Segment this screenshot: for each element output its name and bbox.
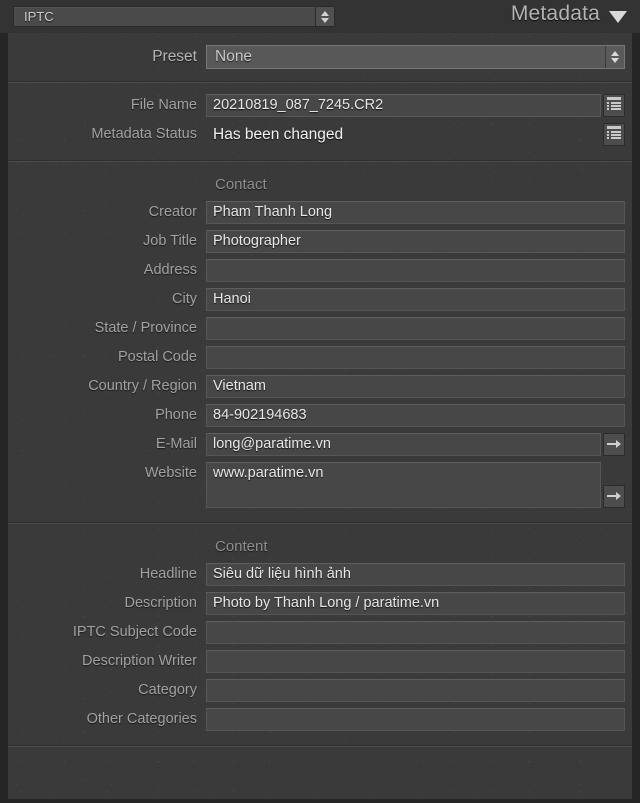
file-name-label: File Name bbox=[130, 97, 197, 113]
postal-code-input[interactable] bbox=[206, 346, 625, 369]
website-arrow-icon[interactable] bbox=[603, 485, 625, 508]
row-address: Address bbox=[8, 257, 625, 286]
other-categories-input[interactable] bbox=[206, 708, 625, 731]
preset-stepper-icon[interactable] bbox=[605, 46, 624, 68]
category-label: Category bbox=[138, 682, 197, 698]
stepper-up-down-icon[interactable] bbox=[315, 7, 334, 26]
stepper-down-arrow bbox=[611, 58, 619, 63]
description-writer-input[interactable] bbox=[206, 650, 625, 673]
row-creator: Creator Pham Thanh Long bbox=[8, 199, 625, 228]
row-description-writer: Description Writer bbox=[8, 648, 625, 677]
preset-dropdown[interactable]: None bbox=[206, 45, 625, 69]
list-icon-line bbox=[607, 102, 621, 104]
list-icon-line bbox=[607, 108, 621, 110]
email-label: E-Mail bbox=[155, 436, 197, 452]
description-writer-label: Description Writer bbox=[82, 653, 197, 669]
list-icon-header bbox=[607, 97, 621, 100]
state-province-label: State / Province bbox=[94, 320, 197, 336]
stepper-up-arrow bbox=[611, 51, 619, 56]
city-input[interactable]: Hanoi bbox=[206, 288, 625, 311]
list-icon-line bbox=[607, 105, 621, 107]
file-name-value[interactable]: 20210819_087_7245.CR2 bbox=[206, 94, 601, 117]
list-icon-header bbox=[607, 126, 621, 129]
arrow-right-icon bbox=[607, 440, 621, 449]
email-input[interactable]: long@paratime.vn bbox=[206, 433, 601, 456]
row-email: E-Mail long@paratime.vn bbox=[8, 431, 625, 460]
metadata-status-label: Metadata Status bbox=[91, 126, 197, 142]
address-label: Address bbox=[143, 262, 197, 278]
list-icon-line bbox=[607, 134, 621, 136]
row-file-name: File Name 20210819_087_7245.CR2 bbox=[8, 92, 625, 121]
stepper-down-arrow bbox=[321, 17, 329, 23]
website-label: Website bbox=[144, 465, 197, 481]
job-title-label: Job Title bbox=[143, 233, 197, 249]
content-section: Content Headline Siêu dữ liệu hình ảnh D… bbox=[8, 524, 632, 745]
row-city: City Hanoi bbox=[8, 286, 625, 315]
email-arrow-icon[interactable] bbox=[603, 433, 625, 456]
creator-label: Creator bbox=[148, 204, 197, 220]
phone-input[interactable]: 84-902194683 bbox=[206, 404, 625, 427]
country-region-label: Country / Region bbox=[88, 378, 197, 394]
category-input[interactable] bbox=[206, 679, 625, 702]
preset-row: Preset None bbox=[8, 33, 632, 81]
other-categories-label: Other Categories bbox=[86, 711, 197, 727]
state-province-input[interactable] bbox=[206, 317, 625, 340]
row-iptc-subject-code: IPTC Subject Code bbox=[8, 619, 625, 648]
metadata-panel-body: Preset None File Name 20210819_087_7245.… bbox=[0, 33, 640, 803]
contact-section-heading: Contact bbox=[215, 176, 267, 193]
iptc-subject-code-input[interactable] bbox=[206, 621, 625, 644]
row-postal-code: Postal Code bbox=[8, 344, 625, 373]
row-country-region: Country / Region Vietnam bbox=[8, 373, 625, 402]
content-section-heading: Content bbox=[215, 538, 268, 555]
row-job-title: Job Title Photographer bbox=[8, 228, 625, 257]
contact-section: Contact Creator Pham Thanh Long Job Titl… bbox=[8, 162, 632, 522]
triangle-down-icon[interactable] bbox=[609, 11, 627, 23]
list-icon-line bbox=[607, 137, 621, 139]
row-phone: Phone 84-902194683 bbox=[8, 402, 625, 431]
row-description: Description Photo by Thanh Long / parati… bbox=[8, 590, 625, 619]
metadata-status-value: Has been changed bbox=[213, 126, 344, 143]
row-website: Website www.paratime.vn bbox=[8, 460, 625, 512]
row-headline: Headline Siêu dữ liệu hình ảnh bbox=[8, 561, 625, 590]
list-icon-line bbox=[607, 131, 621, 133]
preset-label: Preset bbox=[152, 48, 197, 65]
description-label: Description bbox=[124, 595, 197, 611]
row-state-province: State / Province bbox=[8, 315, 625, 344]
country-region-input[interactable]: Vietnam bbox=[206, 375, 625, 398]
arrow-right-icon bbox=[607, 492, 621, 501]
row-category: Category bbox=[8, 677, 625, 706]
metadata-panel-header: IPTC Metadata bbox=[0, 0, 640, 33]
headline-label: Headline bbox=[139, 566, 197, 582]
stepper-up-arrow bbox=[321, 10, 329, 16]
city-label: City bbox=[172, 291, 197, 307]
file-section: File Name 20210819_087_7245.CR2 Metadata… bbox=[8, 83, 632, 160]
file-name-list-icon[interactable] bbox=[603, 94, 625, 117]
job-title-input[interactable]: Photographer bbox=[206, 230, 625, 253]
iptc-subject-code-label: IPTC Subject Code bbox=[72, 624, 197, 640]
page-title: Metadata bbox=[510, 2, 600, 25]
row-metadata-status: Metadata Status Has been changed bbox=[8, 121, 625, 150]
row-other-categories: Other Categories bbox=[8, 706, 625, 735]
address-input[interactable] bbox=[206, 259, 625, 282]
creator-input[interactable]: Pham Thanh Long bbox=[206, 201, 625, 224]
phone-label: Phone bbox=[155, 407, 197, 423]
postal-code-label: Postal Code bbox=[118, 349, 197, 365]
section-divider bbox=[8, 745, 632, 747]
headline-input[interactable]: Siêu dữ liệu hình ảnh bbox=[206, 563, 625, 586]
metadata-set-dropdown[interactable]: IPTC bbox=[13, 6, 335, 27]
website-input[interactable]: www.paratime.vn bbox=[206, 462, 601, 508]
metadata-set-value: IPTC bbox=[24, 9, 54, 24]
metadata-status-list-icon[interactable] bbox=[603, 123, 625, 146]
preset-value: None bbox=[215, 48, 253, 65]
description-input[interactable]: Photo by Thanh Long / paratime.vn bbox=[206, 592, 625, 615]
